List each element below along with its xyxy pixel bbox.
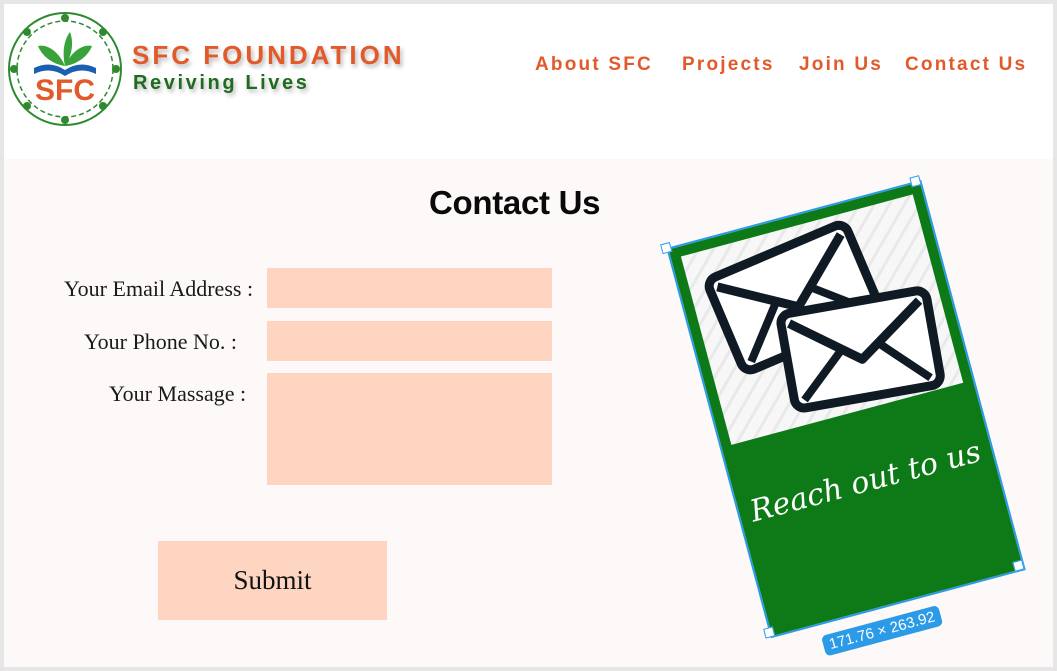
page-frame: SFC SFC FOUNDATION Reviving Lives About …: [4, 4, 1053, 667]
contact-card-selection[interactable]: Reach out to us 171.76 × 263.92: [660, 175, 1026, 657]
message-field[interactable]: [267, 373, 552, 485]
nav-join-us[interactable]: Join Us: [799, 54, 883, 76]
logo-text: SFC: [35, 74, 95, 107]
sfc-logo[interactable]: SFC: [6, 10, 124, 128]
message-label: Your Massage :: [109, 381, 247, 406]
nav-contact-us[interactable]: Contact Us: [905, 54, 1027, 76]
selection-border: [666, 179, 1026, 639]
email-field[interactable]: [267, 268, 552, 308]
site-header: SFC SFC FOUNDATION Reviving Lives About …: [4, 4, 1053, 159]
phone-label: Your Phone No. :: [84, 329, 238, 354]
email-label: Your Email Address :: [64, 276, 254, 301]
brand-tagline: Reviving Lives: [133, 72, 310, 94]
nav-about-sfc[interactable]: About SFC: [535, 54, 653, 76]
nav-projects[interactable]: Projects: [682, 54, 775, 76]
brand-title[interactable]: SFC FOUNDATION: [132, 40, 405, 71]
page-title: Contact Us: [429, 184, 601, 221]
submit-button[interactable]: Submit: [158, 541, 387, 620]
phone-field[interactable]: [267, 321, 552, 361]
